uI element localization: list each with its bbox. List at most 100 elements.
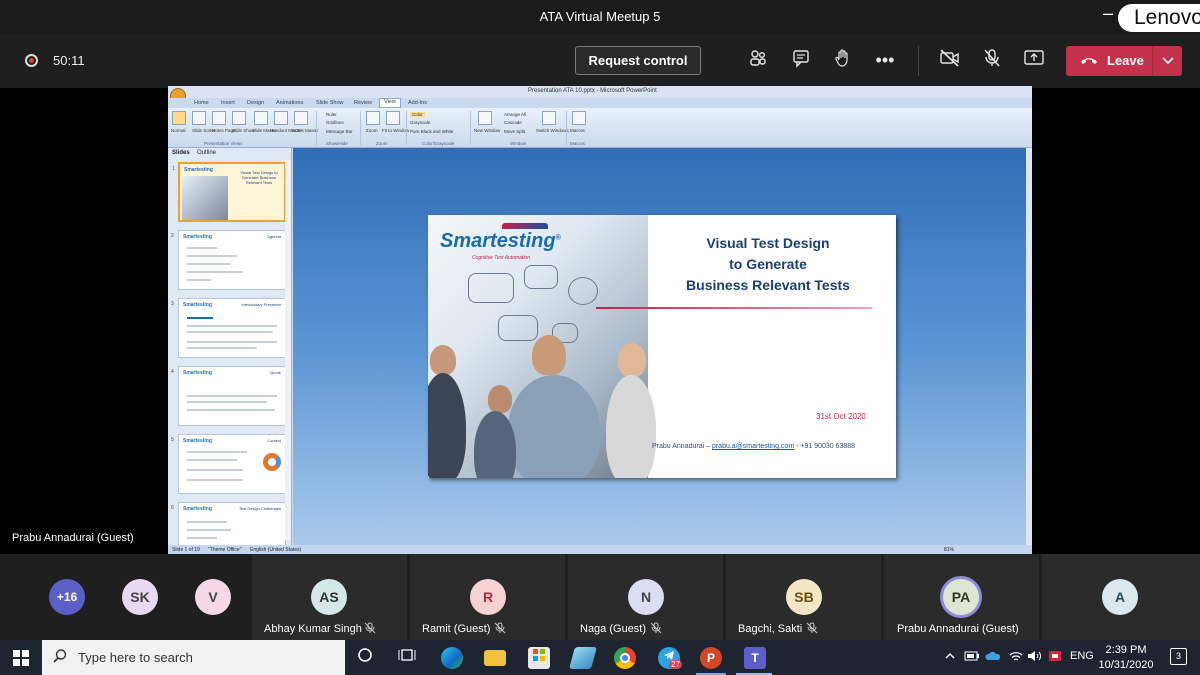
macros-icon[interactable] bbox=[572, 111, 586, 125]
powerpoint-icon[interactable]: P bbox=[700, 647, 722, 669]
participant-tile[interactable]: A bbox=[1042, 554, 1200, 640]
edge-icon[interactable] bbox=[441, 647, 463, 669]
ribbon-item-label[interactable]: Cascade bbox=[504, 120, 522, 125]
chat-icon[interactable] bbox=[789, 48, 813, 72]
handout-master-icon[interactable] bbox=[274, 111, 288, 125]
participant-tile[interactable]: AS Abhay Kumar Singh bbox=[252, 554, 407, 640]
ribbon-item-label[interactable]: Color bbox=[410, 112, 425, 117]
input-language[interactable]: ENG bbox=[1070, 650, 1094, 662]
normal-view-icon[interactable] bbox=[172, 111, 186, 125]
participant-avatar[interactable]: V bbox=[195, 579, 231, 615]
more-options-icon[interactable]: ••• bbox=[873, 48, 897, 72]
ribbon-item-label[interactable]: Message Bar bbox=[326, 129, 353, 134]
window-title-bar: ATA Virtual Meetup 5 – Lenovo bbox=[0, 0, 1200, 34]
slide-thumbnail[interactable]: 5 Smartesting Context bbox=[171, 434, 286, 494]
camera-off-icon[interactable] bbox=[938, 48, 962, 72]
app-tray-icon[interactable] bbox=[1048, 650, 1062, 665]
participant-tile[interactable]: SB Bagchi, Sakti bbox=[726, 554, 881, 640]
slide-title-line: to Generate bbox=[729, 256, 807, 272]
ribbon-tab[interactable]: Design bbox=[247, 100, 264, 106]
notes-master-icon[interactable] bbox=[294, 111, 308, 125]
thumb-logo: Smartesting bbox=[183, 234, 212, 240]
status-zoom[interactable]: 81% bbox=[944, 547, 954, 553]
fit-to-window-icon[interactable] bbox=[386, 111, 400, 125]
ribbon-item-label[interactable]: Grayscale bbox=[410, 120, 430, 125]
thumb-number: 1 bbox=[172, 166, 175, 172]
store-icon[interactable] bbox=[528, 647, 550, 669]
ribbon-item-label[interactable]: Pure Black and White bbox=[410, 129, 453, 134]
slide-title-line: Visual Test Design bbox=[706, 235, 830, 251]
ribbon-tab[interactable]: Add-Ins bbox=[408, 100, 427, 106]
thumb-title: Test Design Challenges bbox=[238, 506, 281, 511]
wifi-icon[interactable] bbox=[1008, 650, 1024, 665]
slide-thumbnail[interactable]: 1 Smartesting Visual Test Design to Gene… bbox=[172, 162, 286, 222]
ribbon-tab[interactable]: Slide Show bbox=[316, 100, 344, 106]
ribbon-tab-active[interactable]: View bbox=[379, 98, 401, 108]
slide-master-icon[interactable] bbox=[254, 111, 268, 125]
ribbon-tab[interactable]: Home bbox=[194, 100, 209, 106]
new-window-icon[interactable] bbox=[478, 111, 492, 125]
people-icon[interactable] bbox=[746, 48, 770, 72]
overflow-participants-button[interactable]: +16 bbox=[49, 579, 85, 615]
mic-off-icon[interactable] bbox=[980, 48, 1004, 72]
ribbon-tab[interactable]: Review bbox=[354, 100, 372, 106]
teams-icon[interactable]: T bbox=[744, 647, 766, 669]
participant-avatar: AS bbox=[311, 579, 347, 615]
zoom-icon[interactable] bbox=[366, 111, 380, 125]
slide-thumbnail[interactable]: 2 Smartesting Agenda bbox=[171, 230, 286, 290]
notifications-icon[interactable]: 3 bbox=[1170, 648, 1187, 665]
snip-icon[interactable] bbox=[569, 647, 597, 669]
ribbon-tab[interactable]: Insert bbox=[221, 100, 235, 106]
taskbar-clock[interactable]: 2:39 PM 10/31/2020 bbox=[1098, 643, 1154, 673]
thumb-line bbox=[187, 341, 277, 343]
person-face bbox=[430, 345, 456, 375]
thumb-line bbox=[187, 279, 211, 281]
slide-thumbnail[interactable]: 3 Smartesting Introductory Presenter bbox=[171, 298, 286, 358]
mic-off-icon bbox=[364, 622, 376, 637]
slide-show-icon[interactable] bbox=[232, 111, 246, 125]
tray-chevron-up-icon[interactable] bbox=[944, 650, 956, 665]
ribbon-item-label[interactable]: Gridlines bbox=[326, 120, 344, 125]
participant-name: Naga (Guest) bbox=[580, 623, 647, 635]
slides-pane-tabs: Slides Outline bbox=[168, 148, 292, 158]
participant-tile[interactable]: N Naga (Guest) bbox=[568, 554, 723, 640]
slide-sorter-icon[interactable] bbox=[192, 111, 206, 125]
notes-page-icon[interactable] bbox=[212, 111, 226, 125]
ribbon-divider bbox=[360, 111, 361, 145]
participant-avatar[interactable]: SK bbox=[122, 579, 158, 615]
task-view-icon[interactable] bbox=[354, 647, 376, 669]
switch-windows-icon[interactable] bbox=[542, 111, 556, 125]
slide-title-line: Business Relevant Tests bbox=[686, 277, 850, 293]
chevron-down-icon[interactable] bbox=[1161, 51, 1175, 72]
diagram-sketch bbox=[568, 277, 598, 305]
file-explorer-icon[interactable] bbox=[484, 650, 506, 666]
leave-button[interactable]: Leave bbox=[1066, 46, 1182, 76]
volume-icon[interactable] bbox=[1027, 650, 1043, 665]
slide-thumbnail[interactable]: 4 Smartesting Quote bbox=[171, 366, 286, 426]
windows-start-icon[interactable] bbox=[13, 650, 29, 666]
leave-divider bbox=[1152, 46, 1153, 76]
author-email-link[interactable]: prabu.a@smartesting.com bbox=[712, 443, 794, 450]
battery-icon[interactable] bbox=[964, 650, 980, 665]
participant-tile-active-speaker[interactable]: PA Prabu Annadurai (Guest) bbox=[884, 554, 1039, 640]
ribbon-tab[interactable]: Animations bbox=[276, 100, 303, 106]
raise-hand-icon[interactable] bbox=[831, 48, 855, 72]
participant-tile[interactable]: R Ramit (Guest) bbox=[410, 554, 565, 640]
ribbon-item-label[interactable]: Ruler bbox=[326, 112, 337, 117]
share-tray-icon[interactable] bbox=[1022, 48, 1046, 72]
widgets-icon[interactable] bbox=[396, 647, 418, 669]
ribbon-divider bbox=[316, 111, 317, 145]
onedrive-icon[interactable] bbox=[985, 650, 1001, 665]
chrome-icon[interactable] bbox=[614, 647, 636, 669]
ribbon-item-label[interactable]: Arrange All bbox=[504, 112, 526, 117]
ribbon-item-label[interactable]: Move Split bbox=[504, 129, 525, 134]
ribbon-group-label: Zoom bbox=[376, 141, 388, 146]
minimize-button[interactable]: – bbox=[1103, 3, 1113, 24]
tab-slides[interactable]: Slides bbox=[172, 150, 190, 156]
editor-scrollbar[interactable] bbox=[1026, 148, 1032, 545]
request-control-button[interactable]: Request control bbox=[575, 46, 701, 75]
person-shirt bbox=[428, 373, 466, 478]
slides-pane-scrollbar[interactable] bbox=[285, 160, 291, 540]
taskbar-search[interactable]: Type here to search bbox=[42, 640, 345, 675]
tab-outline[interactable]: Outline bbox=[197, 150, 216, 156]
